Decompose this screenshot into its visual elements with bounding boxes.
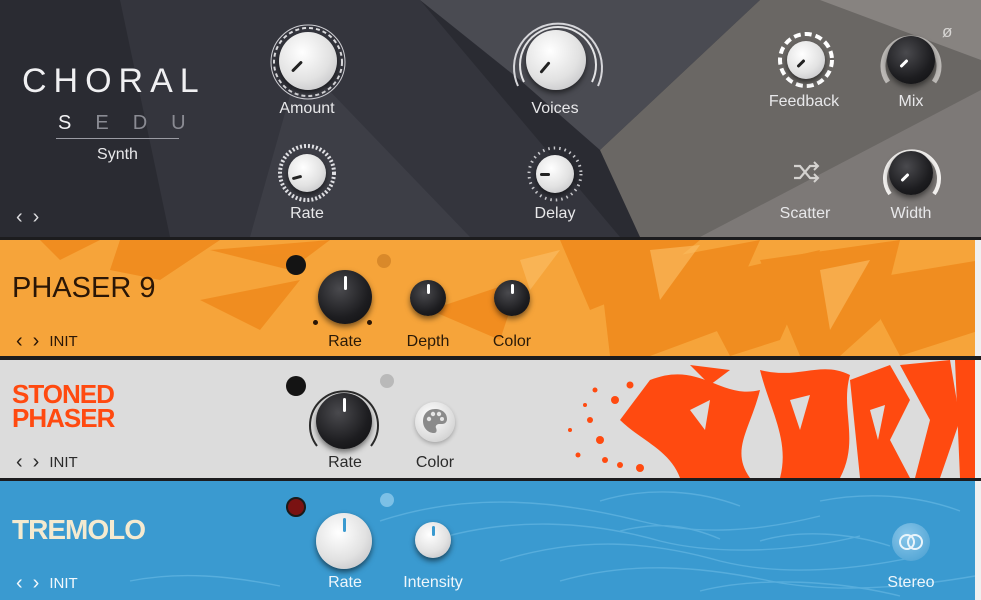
phaser9-depth-indicator — [427, 284, 430, 294]
stereo-icon — [899, 534, 923, 550]
mode-s[interactable]: S — [58, 112, 71, 135]
prev-preset-icon[interactable]: ‹ — [16, 572, 23, 595]
tremolo-bypass-button[interactable] — [286, 497, 306, 517]
next-preset-icon[interactable]: › — [33, 206, 40, 229]
width-knob[interactable] — [889, 151, 933, 195]
stoned-phaser-title: STONED PHASER — [12, 381, 115, 433]
stoned-phaser-panel: STONED PHASER ‹ › INIT Rate Color — [0, 360, 981, 478]
phaser9-rate-max-dot — [367, 320, 372, 325]
amount-knob[interactable] — [279, 32, 337, 90]
next-preset-icon[interactable]: › — [33, 572, 40, 595]
phaser9-rate-min-dot — [313, 320, 318, 325]
phaser9-rate-indicator — [344, 276, 347, 290]
scatter-label: Scatter — [779, 205, 831, 222]
mix-knob[interactable] — [887, 36, 935, 84]
choral-logo: CHORAL — [22, 62, 206, 100]
stoned-rate-indicator — [343, 398, 346, 412]
stoned-bypass-button[interactable] — [286, 376, 306, 396]
phaser9-bypass-button[interactable] — [286, 255, 306, 275]
choral-panel: CHORAL S E D U Synth ‹ › Amount Voices F… — [0, 0, 981, 237]
mode-divider — [56, 138, 179, 139]
width-label: Width — [890, 205, 932, 222]
stoned-rate-label: Rate — [328, 454, 362, 471]
stoned-title-line2: PHASER — [12, 403, 115, 433]
tremolo-title: TREMOLO — [12, 514, 146, 545]
choral-mode-selector[interactable]: S E D U — [58, 112, 186, 135]
choral-preset-nav: ‹ › — [16, 206, 39, 229]
prev-preset-icon[interactable]: ‹ — [16, 330, 23, 353]
tremolo-wave-art — [129, 481, 981, 600]
voices-label: Voices — [531, 100, 579, 117]
tremolo-panel: TREMOLO ‹ › INIT Rate Intensity Stereo — [0, 481, 981, 600]
phaser9-preset-nav: ‹ › INIT — [16, 330, 78, 353]
next-preset-icon[interactable]: › — [33, 451, 40, 474]
tremolo-intensity-indicator — [432, 526, 435, 536]
mode-e[interactable]: E — [95, 112, 108, 135]
rate-label: Rate — [290, 205, 324, 222]
tremolo-preset-nav: ‹ › INIT — [16, 572, 78, 595]
mix-label: Mix — [898, 93, 924, 110]
scatter-icon[interactable] — [792, 160, 820, 184]
prev-preset-icon[interactable]: ‹ — [16, 451, 23, 474]
phaser9-title: PHASER 9 — [12, 272, 156, 304]
voices-knob[interactable] — [526, 30, 586, 90]
mode-d[interactable]: D — [133, 112, 147, 135]
tremolo-rate-label: Rate — [328, 574, 362, 591]
rate-knob[interactable] — [288, 154, 326, 192]
tremolo-sync-note-icon[interactable] — [380, 493, 394, 507]
amount-label: Amount — [279, 100, 335, 117]
feedback-knob[interactable] — [787, 41, 825, 79]
stoned-color-label: Color — [415, 454, 455, 471]
palette-icon — [423, 409, 447, 433]
mode-u[interactable]: U — [171, 112, 185, 135]
prev-preset-icon[interactable]: ‹ — [16, 206, 23, 229]
preset-type-label: Synth — [97, 146, 138, 163]
phaser9-panel: PHASER 9 ‹ › INIT Rate Depth Color — [0, 240, 981, 356]
phaser9-sync-note-icon[interactable] — [377, 254, 391, 268]
delay-label: Delay — [534, 205, 576, 222]
tremolo-intensity-label: Intensity — [403, 574, 463, 591]
stoned-phaser-art — [568, 360, 981, 478]
phase-invert-icon[interactable]: ø — [942, 22, 952, 42]
delay-knob-indicator — [540, 173, 550, 176]
tremolo-stereo-label: Stereo — [887, 574, 935, 591]
tremolo-rate-indicator — [343, 518, 346, 532]
feedback-label: Feedback — [768, 93, 840, 110]
phaser9-color-indicator — [511, 284, 514, 294]
stoned-preset-nav: ‹ › INIT — [16, 451, 78, 474]
phaser9-preset-name[interactable]: INIT — [49, 333, 77, 350]
phaser9-color-label: Color — [492, 333, 532, 350]
stoned-preset-name[interactable]: INIT — [49, 454, 77, 471]
tremolo-preset-name[interactable]: INIT — [49, 575, 77, 592]
next-preset-icon[interactable]: › — [33, 330, 40, 353]
